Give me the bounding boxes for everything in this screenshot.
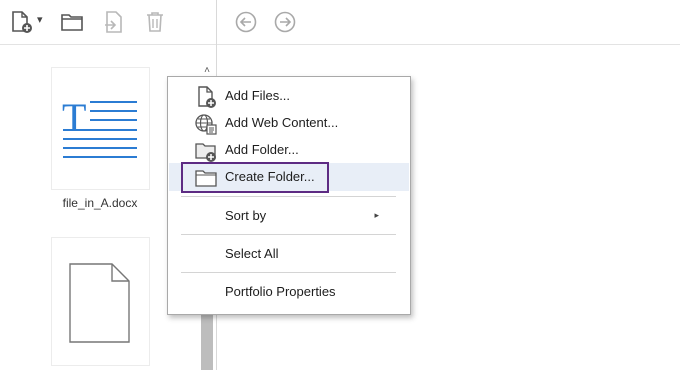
menu-separator	[181, 196, 396, 197]
menu-item-label: Sort by	[225, 208, 267, 223]
file-thumbnail-docx[interactable]: T	[51, 67, 150, 190]
add-file-icon	[198, 86, 216, 108]
back-icon	[235, 11, 257, 33]
submenu-arrow-icon: ▸	[374, 210, 379, 220]
context-menu: Add Files... Add Web Content... Add Fold…	[167, 76, 411, 315]
menu-separator	[181, 272, 396, 273]
folder-button[interactable]	[58, 8, 86, 36]
new-file-button[interactable]: ▾	[8, 8, 46, 36]
menu-item-label: Select All	[225, 246, 279, 261]
menu-item-portfolio-properties[interactable]: Portfolio Properties	[169, 278, 409, 306]
folder-icon	[61, 14, 83, 31]
forward-icon	[274, 11, 296, 33]
extract-button[interactable]	[99, 8, 127, 36]
menu-separator	[181, 234, 396, 235]
file-thumbnail-blank[interactable]	[51, 237, 150, 366]
selection-highlight-outline	[181, 162, 329, 193]
menu-item-label: Portfolio Properties	[225, 284, 336, 299]
new-file-dropdown-icon[interactable]: ▾	[37, 13, 43, 26]
forward-button[interactable]	[271, 8, 299, 36]
docx-icon: T	[62, 95, 137, 158]
toolbar: ▾	[0, 0, 680, 45]
back-button[interactable]	[232, 8, 260, 36]
delete-button[interactable]	[141, 8, 169, 36]
extract-icon	[105, 11, 122, 33]
blank-file-icon	[69, 263, 130, 343]
svg-text:T: T	[62, 95, 86, 140]
menu-item-add-folder[interactable]: Add Folder...	[169, 136, 409, 164]
file-name-label: file_in_A.docx	[62, 196, 138, 210]
add-folder-icon	[195, 143, 216, 162]
menu-item-select-all[interactable]: Select All	[169, 240, 409, 268]
menu-item-add-web-content[interactable]: Add Web Content...	[169, 109, 409, 137]
menu-item-label: Add Folder...	[225, 142, 299, 157]
menu-item-label: Add Files...	[225, 88, 291, 103]
menu-item-add-files[interactable]: Add Files...	[169, 82, 409, 110]
trash-icon	[147, 12, 163, 32]
menu-item-label: Add Web Content...	[225, 115, 339, 130]
menu-item-sort-by[interactable]: Sort by ▸	[169, 202, 409, 230]
web-content-icon	[195, 114, 217, 135]
